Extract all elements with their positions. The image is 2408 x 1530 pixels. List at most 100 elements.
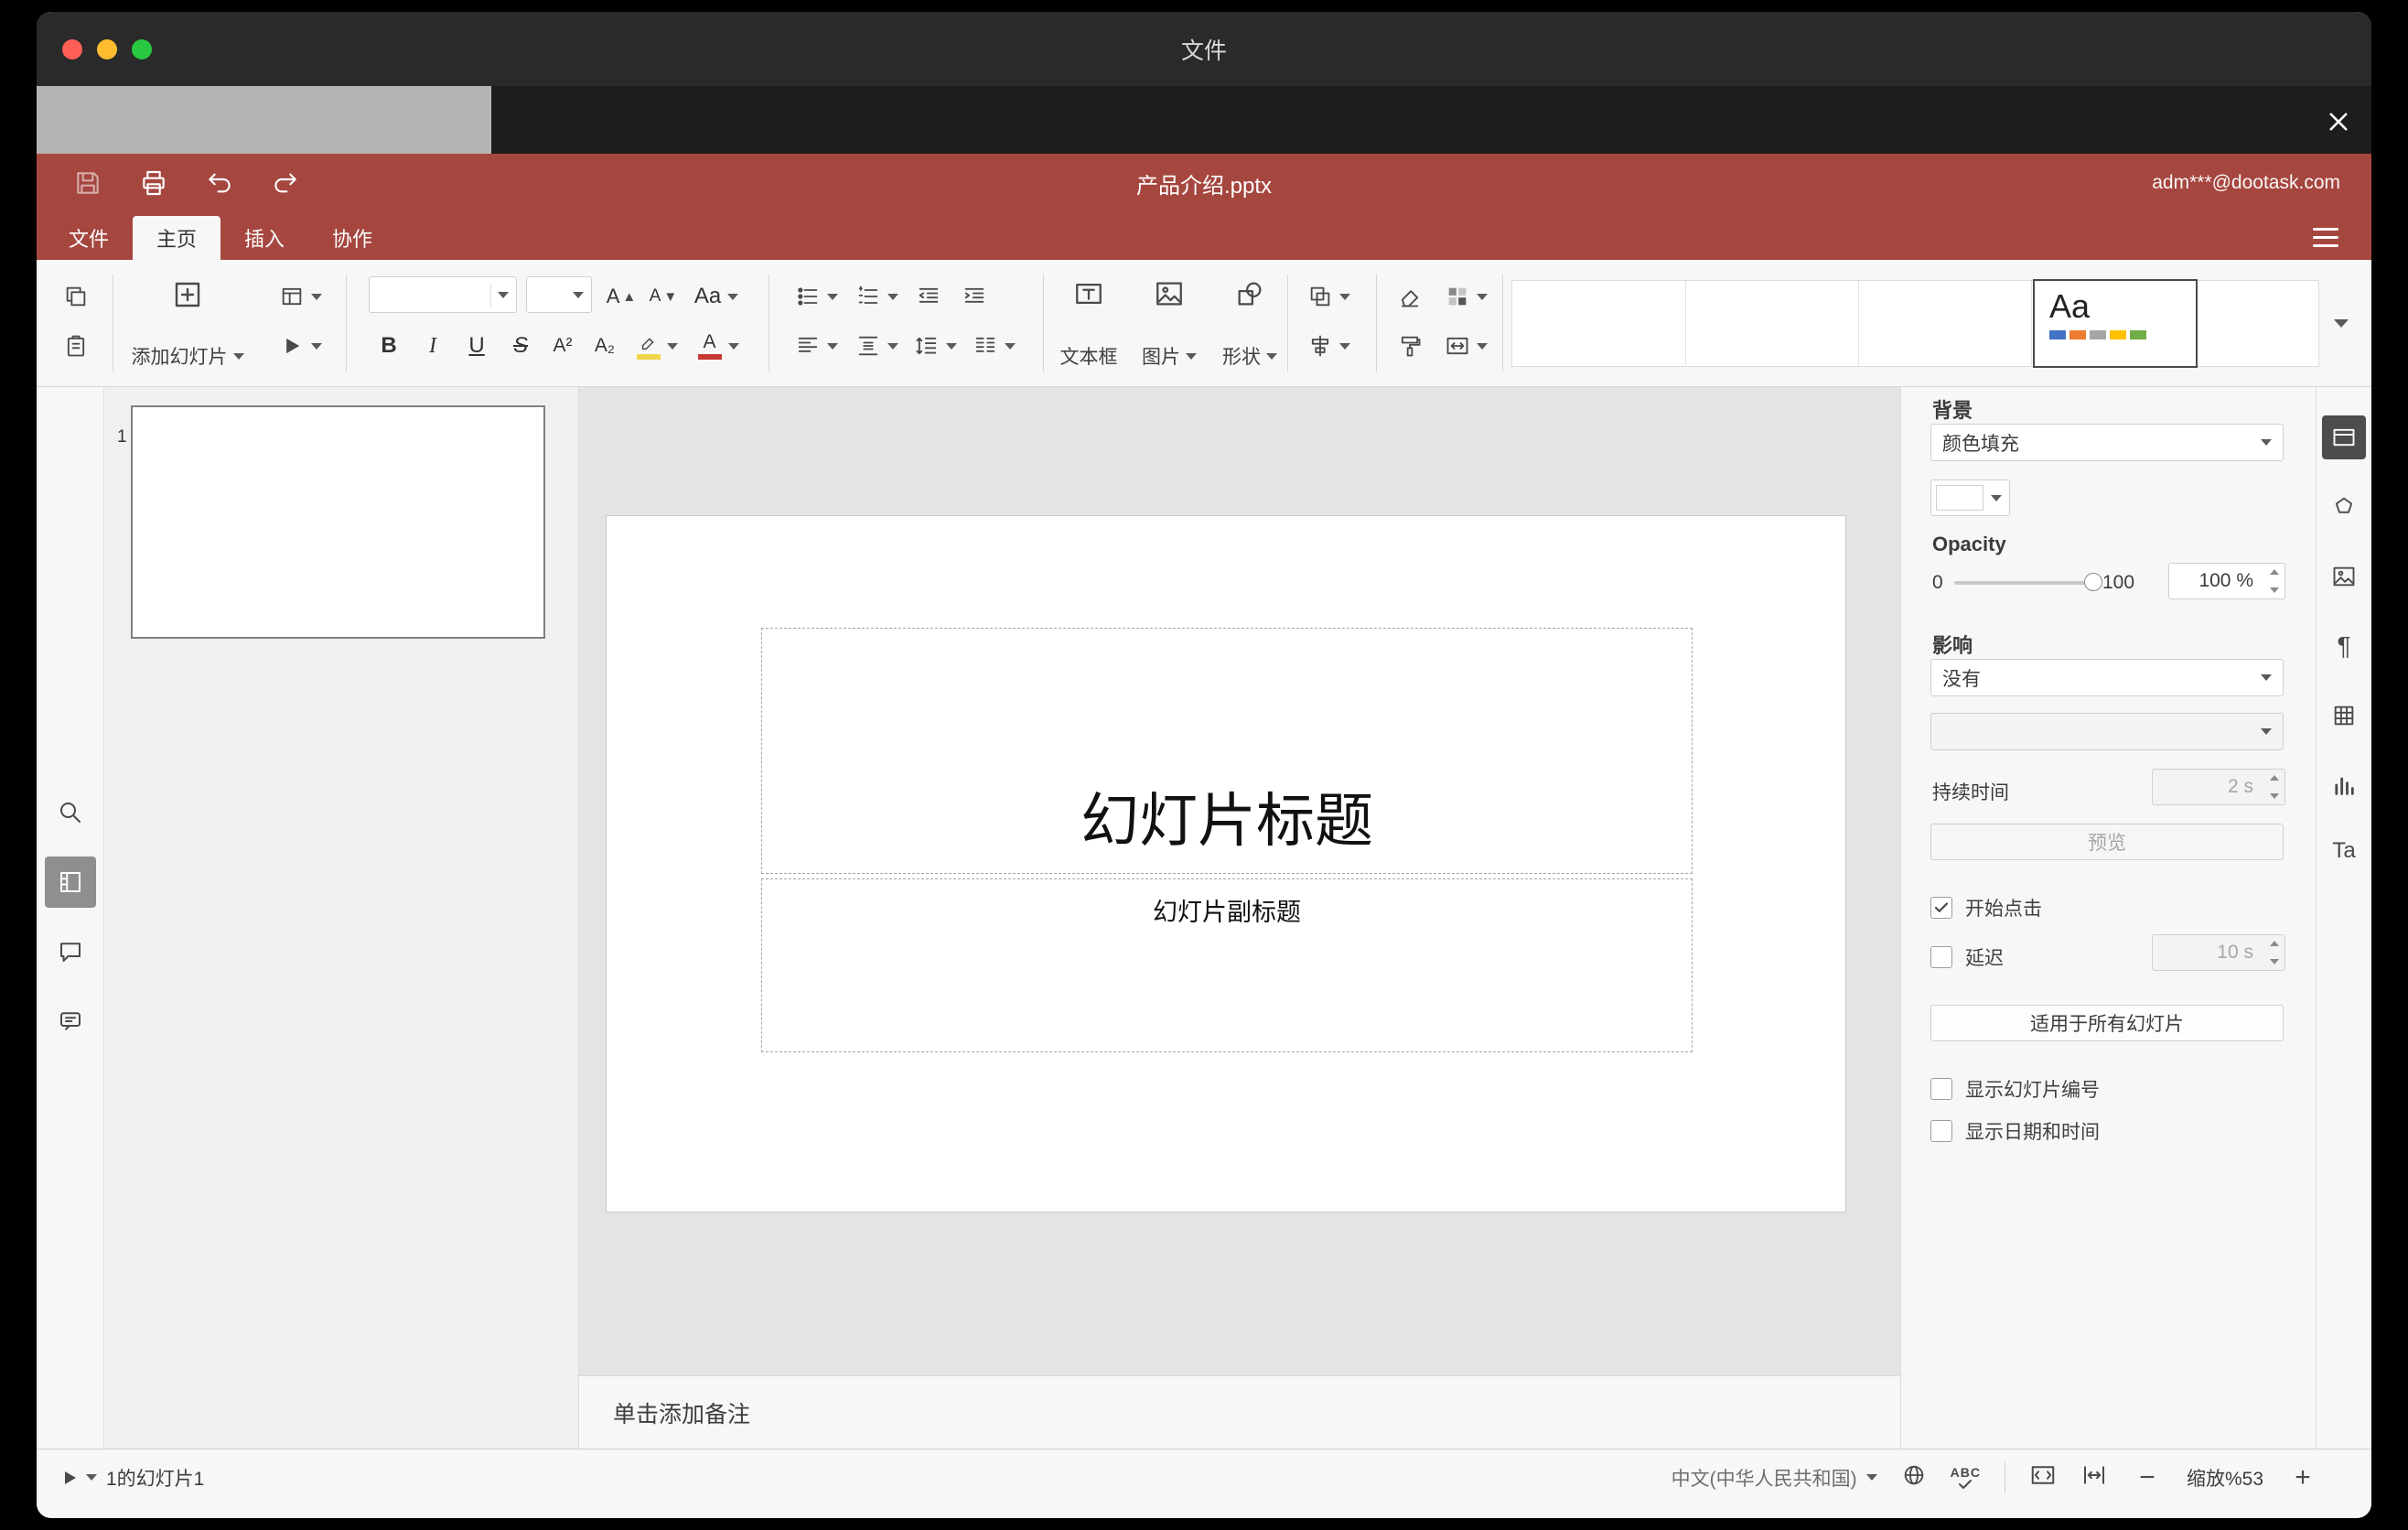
show-date-time-checkbox[interactable]: 显示日期和时间 [1930, 1117, 2100, 1145]
bold-button[interactable]: B [369, 326, 409, 366]
slide-thumbnail-1[interactable] [131, 405, 545, 639]
start-slideshow-status-button[interactable] [59, 1467, 97, 1489]
delay-spinner[interactable]: 10 s [2152, 934, 2285, 971]
copy-button[interactable] [55, 276, 97, 317]
increase-font-button[interactable]: A ▲ [601, 276, 641, 317]
shape-settings-icon [2335, 497, 2353, 513]
zoom-out-button[interactable]: − [2132, 1460, 2163, 1496]
title-placeholder[interactable]: 幻灯片标题 [761, 628, 1693, 874]
font-color-icon: A [697, 332, 722, 360]
language-select[interactable]: 中文(中华人民共和国) [1672, 1464, 1877, 1492]
textbox-button[interactable]: 文本框 [1054, 273, 1123, 375]
columns-button[interactable] [966, 326, 1021, 366]
opacity-spinner[interactable]: 100 % [2168, 563, 2285, 599]
window-title: 文件 [1180, 38, 1227, 64]
effect-variant-select[interactable] [1930, 713, 2284, 750]
copy-style-button[interactable] [1389, 326, 1431, 366]
slide-layout-button[interactable] [273, 276, 328, 317]
theme-gallery-expand-button[interactable] [2326, 306, 2357, 340]
slides-panel-button[interactable] [45, 857, 96, 908]
spinner-down-icon[interactable] [2270, 793, 2279, 799]
font-color-button[interactable]: A [691, 326, 746, 366]
slide-settings-button[interactable] [2322, 415, 2366, 459]
bullets-button[interactable] [789, 276, 844, 317]
arrange-button[interactable] [1299, 276, 1358, 317]
shape-settings-button[interactable] [2322, 485, 2366, 529]
fill-color-button[interactable] [1436, 276, 1495, 317]
vertical-align-button[interactable] [849, 326, 904, 366]
chevron-down-icon [945, 342, 957, 350]
spinner-down-icon[interactable] [2270, 959, 2279, 964]
change-case-button[interactable]: Aa [687, 276, 746, 317]
tab-file[interactable]: 文件 [45, 216, 133, 260]
align-objects-button[interactable] [1299, 326, 1358, 366]
theme-tile-3[interactable] [1859, 281, 2031, 366]
start-on-click-checkbox[interactable]: 开始点击 [1930, 894, 2042, 921]
fit-slide-button[interactable] [2029, 1461, 2057, 1493]
menu-button[interactable] [2313, 223, 2340, 251]
shape-button[interactable]: 形状 [1213, 273, 1286, 375]
image-settings-button[interactable] [2322, 555, 2366, 598]
image-button[interactable]: 图片 [1131, 273, 1208, 375]
show-slide-number-checkbox[interactable]: 显示幻灯片编号 [1930, 1075, 2100, 1103]
tab-insert[interactable]: 插入 [220, 216, 308, 260]
add-slide-button[interactable]: 添加幻灯片 [124, 273, 252, 375]
underline-button[interactable]: U [457, 326, 497, 366]
spinner-down-icon[interactable] [2270, 587, 2279, 593]
slide-size-icon [1446, 337, 1467, 355]
fit-width-button[interactable] [2080, 1461, 2108, 1493]
duration-spinner[interactable]: 2 s [2152, 769, 2285, 805]
bullets-icon [797, 287, 817, 306]
start-slideshow-button[interactable] [273, 326, 328, 366]
line-spacing-button[interactable] [908, 326, 962, 366]
opacity-slider-knob[interactable] [2084, 573, 2102, 591]
spinner-up-icon[interactable] [2270, 775, 2279, 781]
background-label: 背景 [1932, 399, 1973, 422]
preview-button[interactable]: 预览 [1930, 824, 2284, 860]
font-size-select[interactable] [526, 276, 592, 313]
theme-tile-1[interactable] [1512, 281, 1685, 366]
close-button[interactable] [2322, 105, 2355, 138]
superscript-button[interactable]: A² [543, 326, 583, 366]
decrease-font-button[interactable]: A ▼ [643, 276, 683, 317]
clear-style-button[interactable] [1389, 276, 1431, 317]
paste-button[interactable] [55, 326, 97, 366]
opacity-slider[interactable] [1954, 573, 2102, 591]
font-name-select[interactable] [369, 276, 517, 313]
fill-color-swatch[interactable] [1930, 479, 2010, 516]
search-panel-button[interactable] [45, 787, 96, 838]
theme-tile-selected[interactable]: Aa [2033, 279, 2198, 368]
increase-indent-button[interactable] [953, 276, 995, 317]
paragraph-settings-button[interactable]: ¶ [2322, 624, 2366, 668]
chart-settings-button[interactable] [2322, 763, 2366, 807]
strikethrough-button[interactable]: S [500, 326, 541, 366]
theme-gallery: Aa [1511, 279, 2319, 368]
delay-checkbox[interactable]: 延迟 [1930, 943, 2004, 971]
highlight-color-button[interactable] [629, 326, 685, 366]
effect-select[interactable]: 没有 [1930, 659, 2284, 696]
subtitle-placeholder[interactable]: 幻灯片副标题 [761, 878, 1693, 1052]
italic-button[interactable]: I [413, 326, 453, 366]
search-icon [60, 803, 81, 823]
chevron-down-icon [232, 352, 244, 360]
subscript-button[interactable]: A₂ [585, 326, 625, 366]
spellcheck-button[interactable]: ABC [1951, 1466, 1981, 1490]
align-button[interactable] [789, 326, 844, 366]
fill-type-select[interactable]: 颜色填充 [1930, 424, 2284, 461]
tab-collaboration[interactable]: 协作 [308, 216, 396, 260]
apply-to-all-slides-button[interactable]: 适用于所有幻灯片 [1930, 1005, 2284, 1041]
spinner-up-icon[interactable] [2270, 941, 2279, 946]
numbering-button[interactable] [849, 276, 904, 317]
slide-size-button[interactable] [1436, 326, 1495, 366]
notes-area[interactable]: 单击添加备注 [579, 1375, 1900, 1449]
theme-tile-2[interactable] [1686, 281, 1858, 366]
feedback-panel-button[interactable] [45, 996, 96, 1047]
decrease-indent-button[interactable] [908, 276, 950, 317]
comments-panel-button[interactable] [45, 926, 96, 977]
spinner-up-icon[interactable] [2270, 569, 2279, 575]
textart-settings-button[interactable]: Ta [2322, 829, 2366, 873]
document-language-button[interactable] [1901, 1462, 1927, 1492]
table-settings-button[interactable] [2322, 694, 2366, 738]
zoom-in-button[interactable]: + [2287, 1460, 2318, 1496]
tab-home[interactable]: 主页 [133, 216, 221, 260]
